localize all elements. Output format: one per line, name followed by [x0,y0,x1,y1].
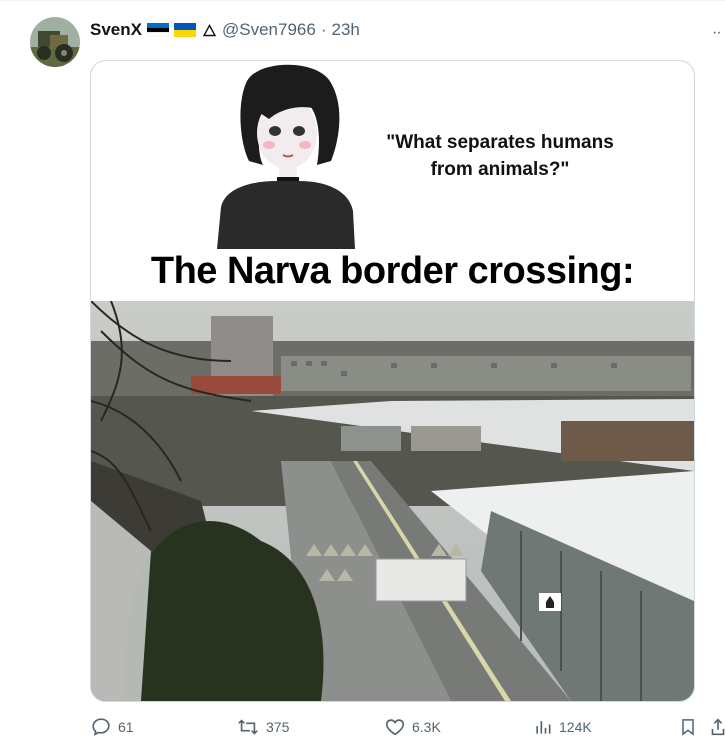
tweet-actions: 61 375 6.3K 124K [90,712,726,742]
repost-button[interactable]: 375 [236,712,289,742]
timestamp[interactable]: 23h [331,20,359,40]
repost-icon [238,719,258,735]
divider [0,0,726,1]
views-count: 124K [559,719,592,735]
author-handle[interactable]: @Sven7966 [222,20,316,40]
like-icon [385,719,405,736]
avatar[interactable] [30,17,80,67]
quote-line-1: "What separates humans [386,132,614,153]
tweet-header: SvenX @Sven7966 · 23h [90,18,360,42]
more-options-icon[interactable]: ·· [712,24,722,42]
reply-button[interactable]: 61 [90,712,134,742]
triangle-icon [202,23,216,36]
reply-count: 61 [118,719,134,735]
meme-character-image [217,64,355,249]
border-crossing-photo [91,301,694,701]
estonia-flag-icon [146,23,169,37]
views-icon [536,721,551,734]
bookmark-button[interactable] [678,712,704,742]
ukraine-flag-icon [173,23,196,37]
quote-line-2: from animals?" [430,159,570,180]
like-button[interactable]: 6.3K [384,712,441,742]
share-button[interactable] [710,712,726,742]
author-name[interactable]: SvenX [90,20,142,40]
separator-dot: · [320,20,327,39]
meme-caption: The Narva border crossing: [150,250,635,292]
views-button[interactable]: 124K [533,712,592,742]
meme-quote: "What separates humans from animals?" [370,129,630,183]
repost-count: 375 [266,719,290,735]
like-count: 6.3K [412,719,441,735]
reply-icon [92,718,110,736]
share-icon [711,718,725,736]
tweet-media[interactable]: "What separates humans from animals?" Th… [90,60,695,702]
tweet[interactable]: SvenX @Sven7966 · 23h ·· "What separates… [0,0,726,752]
bookmark-icon [682,719,694,736]
